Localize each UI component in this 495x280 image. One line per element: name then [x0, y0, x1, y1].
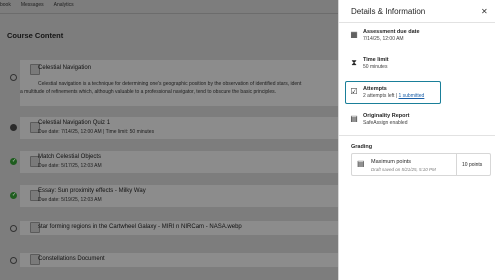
due-date-value: 7/14/25, 12:00 AM	[363, 36, 404, 42]
item-title[interactable]: Match Celestial Objects	[38, 154, 101, 160]
item-title[interactable]: Celestial Navigation	[38, 65, 91, 71]
progress-marker[interactable]	[10, 74, 17, 81]
originality-value: SafeAssign enabled	[363, 120, 408, 126]
gradebook-icon: ▤	[357, 159, 365, 168]
content-item-celestial-navigation[interactable]: Celestial Navigation Celestial navigatio…	[10, 60, 338, 106]
course-content-title: Course Content	[7, 31, 64, 40]
nav-divider	[0, 13, 338, 14]
originality-row: ▤ Originality Report SafeAssign enabled	[349, 113, 489, 129]
hourglass-icon: ⧗	[351, 58, 357, 67]
item-title[interactable]: Essay: Sun proximity effects - Milky Way	[38, 188, 146, 194]
due-date-label: Assessment due date	[363, 29, 420, 35]
time-limit-label: Time limit	[363, 57, 389, 63]
course-content-background: book Messages Analytics Course Content C…	[0, 0, 338, 280]
calendar-icon: ▦	[350, 30, 358, 39]
completed-marker[interactable]	[10, 192, 17, 199]
details-panel: Details & Information ✕ ▦ Assessment due…	[338, 0, 495, 280]
item-title[interactable]: Constellations Document	[38, 256, 105, 262]
progress-marker[interactable]	[10, 225, 17, 232]
panel-divider	[339, 22, 495, 23]
content-item-quiz[interactable]: Celestial Navigation Quiz 1 Due date: 7/…	[10, 117, 338, 139]
maximum-points-box: ▤ Maximum points Draft saved on 5/21/25,…	[351, 153, 491, 176]
close-icon[interactable]: ✕	[481, 7, 488, 16]
panel-title: Details & Information	[351, 7, 426, 16]
nav-item-analytics[interactable]: Analytics	[54, 0, 74, 10]
content-item-document[interactable]: Constellations Document	[10, 253, 338, 267]
item-due-date: Due date: 5/17/25, 12:03 AM	[38, 163, 102, 169]
progress-marker[interactable]	[10, 124, 17, 131]
time-limit-row: ⧗ Time limit 50 minutes	[349, 57, 489, 73]
item-description: Celestial navigation is a technique for …	[38, 81, 302, 87]
item-title[interactable]: Celestial Navigation Quiz 1	[38, 120, 110, 126]
attempts-highlight	[345, 81, 441, 104]
nav-item-messages[interactable]: Messages	[21, 0, 44, 10]
originality-label: Originality Report	[363, 113, 410, 119]
item-description-continued: a multitude of refinements which, althou…	[20, 89, 276, 95]
item-due-date: Due date: 5/19/25, 12:03 AM	[38, 197, 102, 203]
content-item-essay[interactable]: Essay: Sun proximity effects - Milky Way…	[10, 185, 338, 207]
maximum-points-label: Maximum points	[371, 159, 412, 165]
item-title[interactable]: star forming regions in the Cartwheel Ga…	[38, 224, 242, 230]
progress-marker[interactable]	[10, 257, 17, 264]
panel-divider	[339, 135, 495, 136]
content-item-match[interactable]: Match Celestial Objects Due date: 5/17/2…	[10, 151, 338, 173]
time-limit-value: 50 minutes	[363, 64, 388, 70]
item-due-date: Due date: 7/14/25, 12:00 AM | Time limit…	[38, 129, 155, 135]
content-item-image[interactable]: star forming regions in the Cartwheel Ga…	[10, 221, 338, 235]
maximum-points-value: 10 points	[462, 162, 483, 168]
due-date-row: ▦ Assessment due date 7/14/25, 12:00 AM	[349, 29, 489, 45]
nav-item-gradebook[interactable]: book	[0, 0, 11, 10]
completed-marker[interactable]	[10, 158, 17, 165]
draft-saved-text: Draft saved on 5/21/25, 5:10 PM	[371, 167, 436, 172]
grading-title: Grading	[351, 144, 373, 150]
document-icon: ▤	[350, 114, 358, 123]
top-navigation: book Messages Analytics	[0, 0, 338, 10]
grading-divider	[456, 154, 457, 175]
